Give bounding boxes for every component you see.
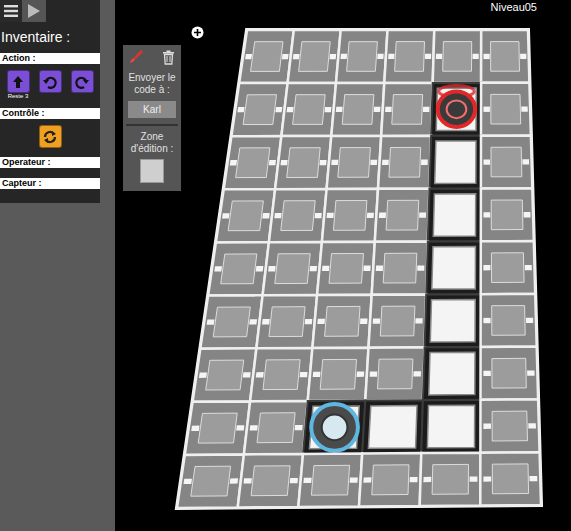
board-cell: [420, 453, 481, 506]
board-cell: [480, 452, 541, 505]
editor-panel: Envoyer le code à : Karl Zone d'édition :: [123, 45, 181, 191]
board-cell: [250, 348, 312, 401]
menu-button[interactable]: [0, 0, 22, 22]
turn-left-icon: [42, 74, 58, 90]
board-cell: [308, 348, 369, 401]
board-cell: [381, 83, 433, 136]
block-note: Reste 3: [8, 93, 29, 100]
divider: [126, 124, 178, 126]
inventory-panel: Inventaire : Action : Reste 3 Contrôle : Ope…: [0, 0, 100, 203]
code-block[interactable]: [39, 125, 62, 148]
board-cell: [288, 30, 341, 83]
board-cell: [378, 136, 431, 189]
board-cell: [322, 189, 378, 242]
board-cell: [375, 189, 430, 242]
section-header: Contrôle :: [0, 108, 100, 119]
board-cell: [177, 454, 244, 508]
block-row: [0, 168, 100, 176]
inventory-title: Inventaire :: [0, 22, 100, 51]
board-cell: [193, 348, 257, 402]
target-marker: [438, 85, 475, 127]
board-cell: [429, 136, 481, 189]
loop-icon: [41, 128, 59, 146]
game-view: Envoyer le code à : Karl Zone d'édition : N…: [115, 0, 571, 531]
section-header: Operateur :: [0, 157, 100, 168]
section-header: Action :: [0, 53, 100, 64]
game-board: [115, 0, 571, 531]
play-button[interactable]: [22, 0, 46, 22]
board-cell: [281, 83, 336, 136]
menu-icon: [4, 5, 18, 17]
code-block[interactable]: [71, 70, 94, 93]
board-cell: [372, 242, 428, 295]
board-cell: [331, 83, 384, 136]
board-cell: [238, 454, 303, 508]
play-icon: [27, 3, 41, 19]
board-cell: [185, 401, 250, 455]
board-cell: [224, 136, 282, 189]
board-cell: [303, 401, 365, 454]
board-cell: [263, 242, 322, 295]
board-cell: [384, 30, 434, 83]
top-toolbar: [0, 0, 46, 22]
board-cell: [369, 294, 427, 347]
board-cell: [269, 189, 327, 242]
board-cell: [298, 454, 362, 507]
forward-icon: [10, 74, 26, 90]
recipient-button[interactable]: Karl: [128, 101, 176, 118]
brush-icon[interactable]: [129, 50, 143, 65]
board-cell: [231, 83, 287, 136]
board-cell: [275, 136, 331, 189]
board-cell: [480, 399, 539, 452]
board-cell: [327, 136, 382, 189]
section-header: Capteur :: [0, 178, 100, 189]
board-cell: [481, 136, 532, 189]
turn-right-icon: [74, 74, 90, 90]
block-row: [0, 119, 100, 155]
trash-icon[interactable]: [162, 50, 175, 65]
board-cell: [256, 295, 317, 348]
board-cell: [481, 347, 539, 400]
board-cell: [200, 295, 262, 348]
block-row: [0, 189, 100, 197]
board-cell: [481, 30, 529, 83]
board-cell: [481, 83, 531, 136]
level-name: Niveau05: [491, 0, 537, 14]
board-cell: [239, 30, 294, 83]
board-cell: [433, 30, 482, 83]
code-block[interactable]: [7, 70, 30, 93]
board-cell: [336, 30, 388, 83]
send-label: Envoyer le code à :: [123, 72, 181, 96]
zone-label: Zone d'édition :: [123, 131, 181, 155]
board-cell: [244, 401, 308, 454]
board-cell: [431, 83, 481, 136]
board-cell: [425, 294, 481, 347]
block-row: Reste 3: [0, 64, 100, 106]
board-cell: [426, 241, 481, 294]
board-cell: [481, 294, 537, 347]
edit-zone[interactable]: [140, 159, 164, 183]
board-cell: [423, 347, 481, 400]
board-cell: [317, 242, 375, 295]
board-cell: [312, 295, 371, 348]
board-cell: [481, 188, 534, 241]
add-icon[interactable]: [191, 26, 204, 39]
left-column: Inventaire : Action : Reste 3 Contrôle : Ope…: [0, 0, 115, 531]
board-cell: [216, 189, 275, 242]
board-cell: [365, 347, 424, 400]
robot: [311, 404, 358, 451]
board-cell: [481, 241, 536, 294]
board-cell: [208, 242, 269, 295]
board-cell: [421, 400, 480, 453]
board-cell: [362, 400, 423, 453]
code-block[interactable]: [39, 70, 62, 93]
board-cell: [359, 453, 421, 506]
board-cell: [428, 189, 481, 242]
